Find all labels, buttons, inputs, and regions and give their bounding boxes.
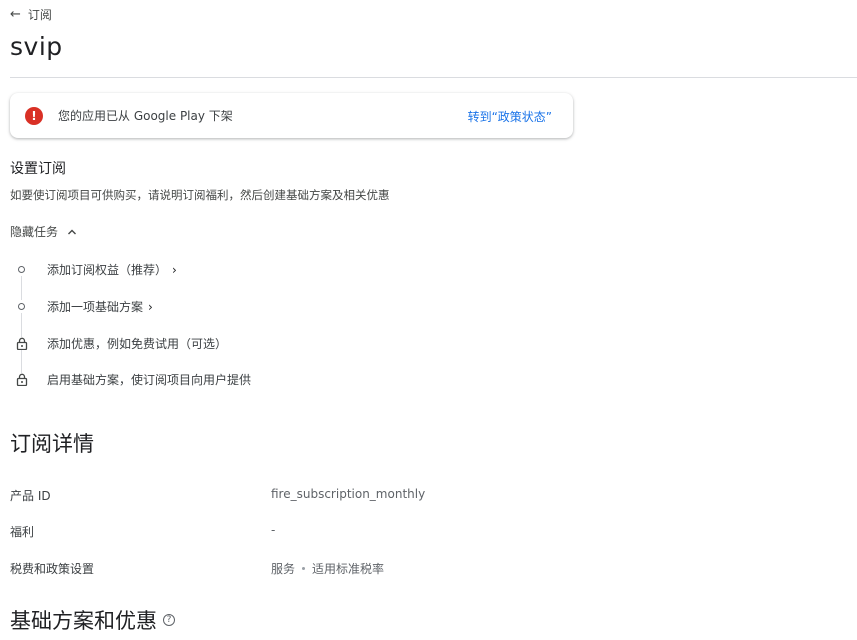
task-label: 添加优惠，例如免费试用（可选） xyxy=(47,337,228,351)
alert-banner: ! 您的应用已从 Google Play 下架 转到“政策状态” xyxy=(10,93,573,138)
policy-status-link[interactable]: 转到“政策状态” xyxy=(468,108,552,125)
back-link-label: 订阅 xyxy=(27,8,52,22)
task-status-dot xyxy=(15,263,28,276)
chevron-up-icon xyxy=(68,229,77,234)
alert-message: 您的应用已从 Google Play 下架 xyxy=(58,109,233,123)
task-add-offer: 添加优惠，例如免费试用（可选） xyxy=(15,335,227,352)
benefits-value: - xyxy=(271,523,276,537)
tax-policy-value: 服务 适用标准税率 xyxy=(271,560,384,577)
setup-description: 如要使订阅项目可供购买，请说明订阅福利，然后创建基础方案及相关优惠 xyxy=(10,188,390,202)
product-id-value: fire_subscription_monthly xyxy=(271,487,426,501)
product-id-label: 产品 ID xyxy=(10,489,51,503)
task-add-base-plan[interactable]: 添加一项基础方案 › xyxy=(15,298,153,315)
page: ← 订阅 svip ! 您的应用已从 Google Play 下架 转到“政策状… xyxy=(0,0,857,640)
plans-section-title: 基础方案和优惠 ? xyxy=(10,605,175,635)
task-label: 启用基础方案，使订阅项目向用户提供 xyxy=(47,373,252,387)
hide-tasks-toggle[interactable]: 隐藏任务 xyxy=(10,223,78,240)
task-label: 添加订阅权益（推荐） xyxy=(47,263,168,277)
task-label: 添加一项基础方案 xyxy=(47,300,144,314)
plans-title-text: 基础方案和优惠 xyxy=(10,609,157,633)
separator-dot xyxy=(302,567,306,570)
task-add-benefits[interactable]: 添加订阅权益（推荐） › xyxy=(15,261,177,278)
chevron-right-icon: › xyxy=(148,299,153,314)
help-icon[interactable]: ? xyxy=(163,614,175,626)
error-icon: ! xyxy=(25,106,43,125)
task-connector-line xyxy=(21,268,22,380)
page-title: svip xyxy=(10,32,63,61)
tax-category-value: 服务 xyxy=(271,562,296,576)
divider xyxy=(10,77,857,78)
benefits-label: 福利 xyxy=(10,525,35,539)
task-status-dot xyxy=(15,300,28,313)
task-activate-base-plan: 启用基础方案，使订阅项目向用户提供 xyxy=(15,371,251,388)
lock-icon xyxy=(15,373,28,386)
details-section-title: 订阅详情 xyxy=(10,432,94,456)
setup-section-title: 设置订阅 xyxy=(10,161,66,177)
back-link[interactable]: ← 订阅 xyxy=(10,6,52,23)
chevron-right-icon: › xyxy=(172,262,177,277)
hide-tasks-label: 隐藏任务 xyxy=(10,225,59,239)
tax-policy-label: 税费和政策设置 xyxy=(10,562,95,576)
tax-rate-value: 适用标准税率 xyxy=(312,562,385,576)
lock-icon xyxy=(15,337,28,350)
arrow-left-icon: ← xyxy=(10,7,21,22)
